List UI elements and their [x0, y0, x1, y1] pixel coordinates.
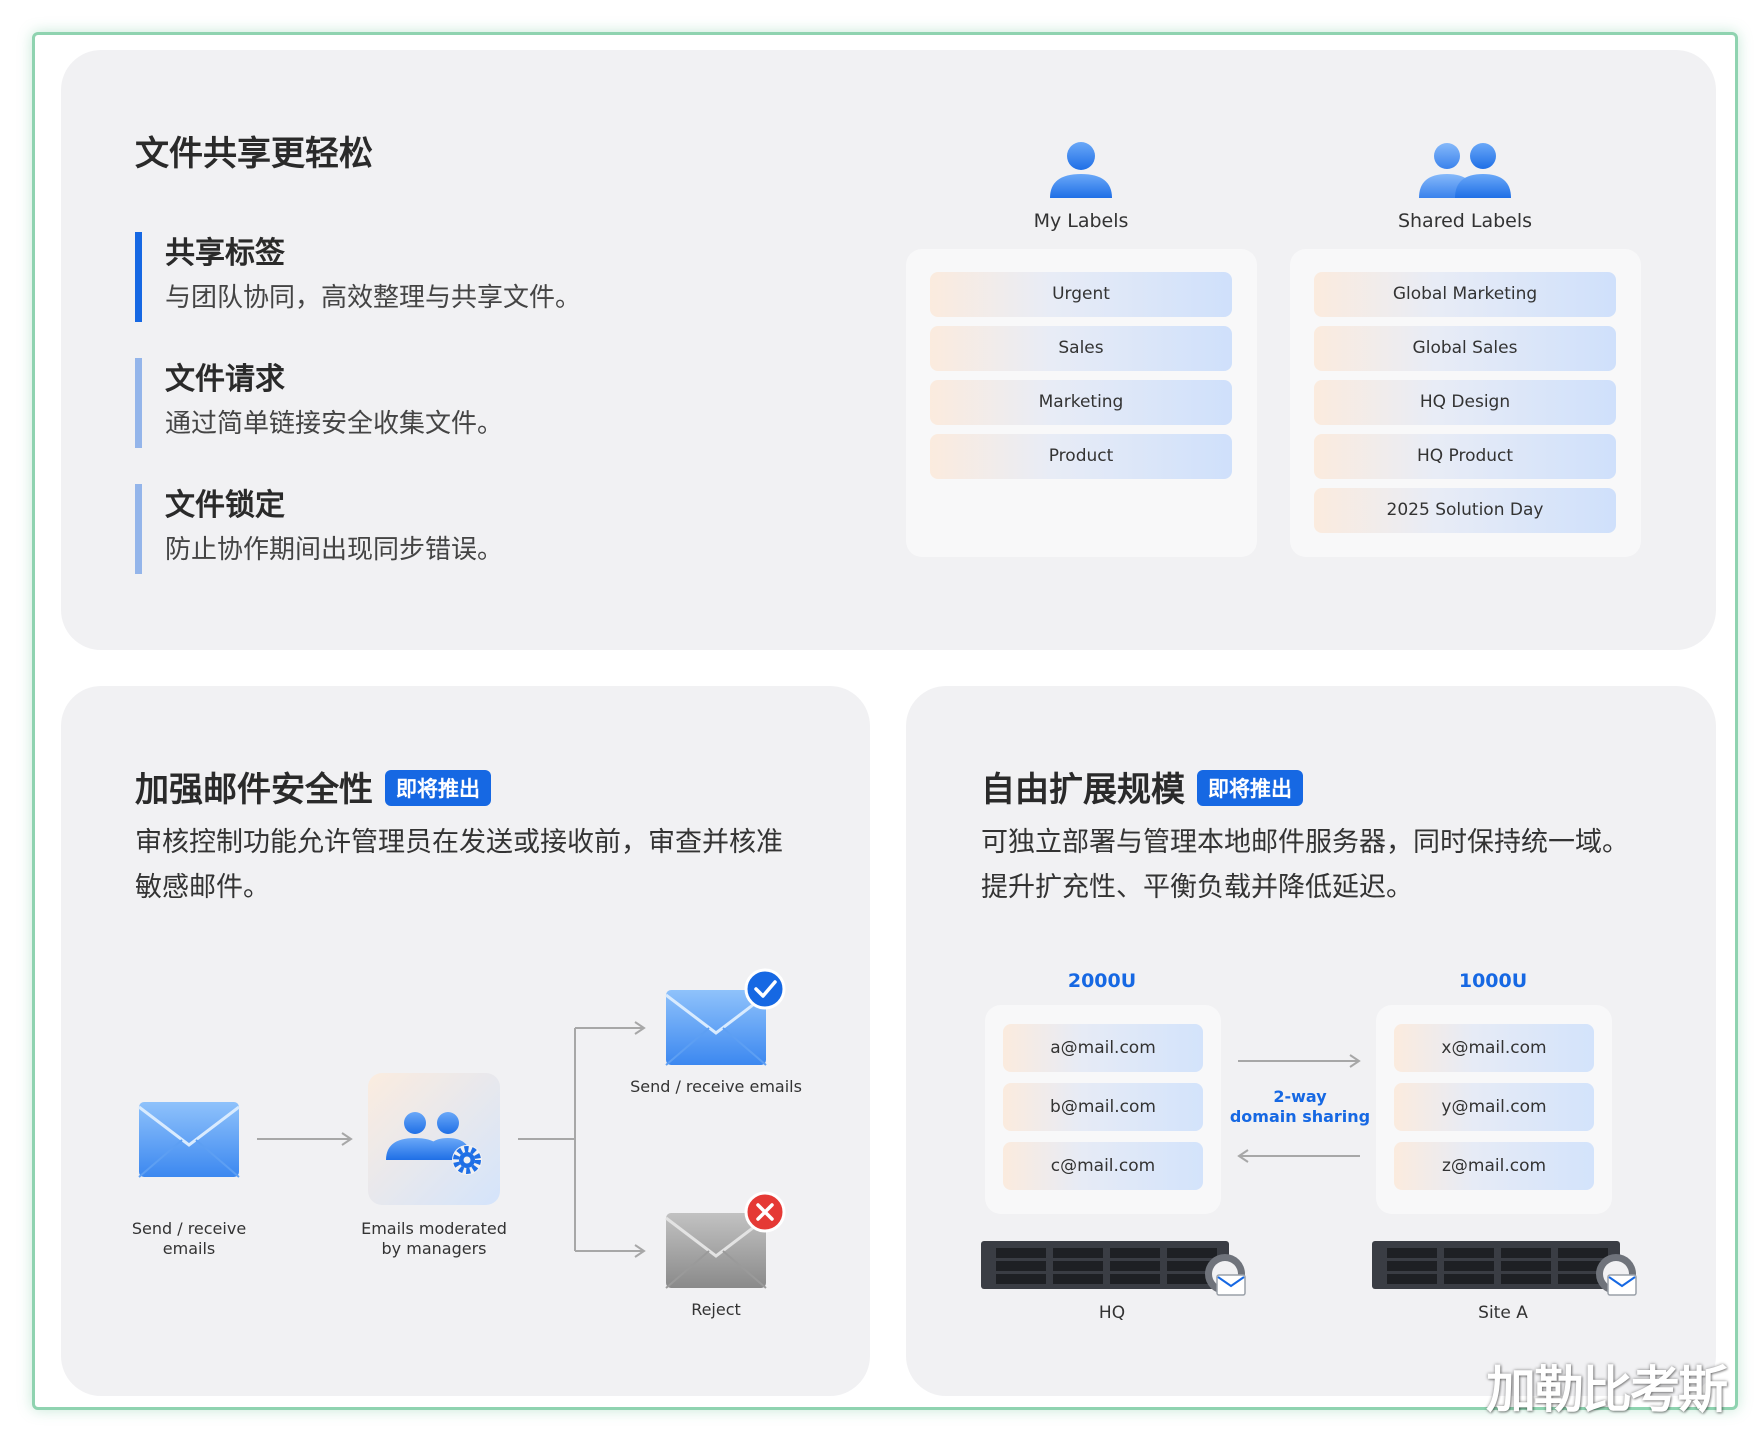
gear-icon	[452, 1145, 482, 1175]
caption-line: Send / receive	[131, 1219, 247, 1238]
domain-sharing-label: 2-way domain sharing	[1225, 1087, 1375, 1127]
caption-line: by managers	[381, 1239, 487, 1258]
caption-line: domain sharing	[1229, 1107, 1371, 1126]
check-icon	[744, 968, 786, 1010]
site-a-model-label: 1000U	[1458, 970, 1528, 992]
reject-icon	[744, 1191, 786, 1233]
mail-account-pill[interactable]: c@mail.com	[1003, 1142, 1203, 1190]
watermark: 加勒比考斯	[1486, 1361, 1728, 1419]
site-a-server-icon	[1372, 1241, 1637, 1296]
mail-account-pill[interactable]: x@mail.com	[1394, 1024, 1594, 1072]
hq-model-label: 2000U	[1067, 970, 1137, 992]
moderator-icon	[368, 1073, 500, 1205]
hq-server-icon	[981, 1241, 1246, 1296]
mail-account-pill[interactable]: y@mail.com	[1394, 1083, 1594, 1131]
mail-account-pill[interactable]: z@mail.com	[1394, 1142, 1594, 1190]
coming-soon-badge: 即将推出	[1197, 770, 1303, 806]
desc-line: 可独立部署与管理本地邮件服务器，同时保持统一域。	[981, 827, 1629, 858]
caption-line: 2-way	[1273, 1087, 1327, 1106]
hq-site-label: HQ	[1098, 1303, 1126, 1323]
approved-caption: Send / receive emails	[630, 1077, 802, 1096]
caption-line: Emails moderated	[361, 1219, 507, 1238]
mail-account-pill[interactable]: a@mail.com	[1003, 1024, 1203, 1072]
rejected-caption: Reject	[691, 1300, 741, 1319]
scale-desc: 可独立部署与管理本地邮件服务器，同时保持统一域。 提升扩充性、平衡负载并降低延迟…	[981, 820, 1691, 910]
scale-title: 自由扩展规模	[981, 770, 1185, 810]
envelope-icon	[138, 1102, 240, 1178]
moderator-caption: Emails moderated by managers	[354, 1219, 514, 1259]
mail-account-pill[interactable]: b@mail.com	[1003, 1083, 1203, 1131]
site-a-label: Site A	[1478, 1303, 1528, 1323]
flow-branch	[518, 1021, 646, 1258]
desc-line: 提升扩充性、平衡负载并降低延迟。	[981, 872, 1413, 903]
scale-title-row: 自由扩展规模 即将推出	[981, 762, 1303, 811]
caption-line: emails	[162, 1239, 216, 1258]
flow-arrow	[257, 1132, 353, 1146]
source-caption: Send / receive emails	[109, 1219, 269, 1259]
